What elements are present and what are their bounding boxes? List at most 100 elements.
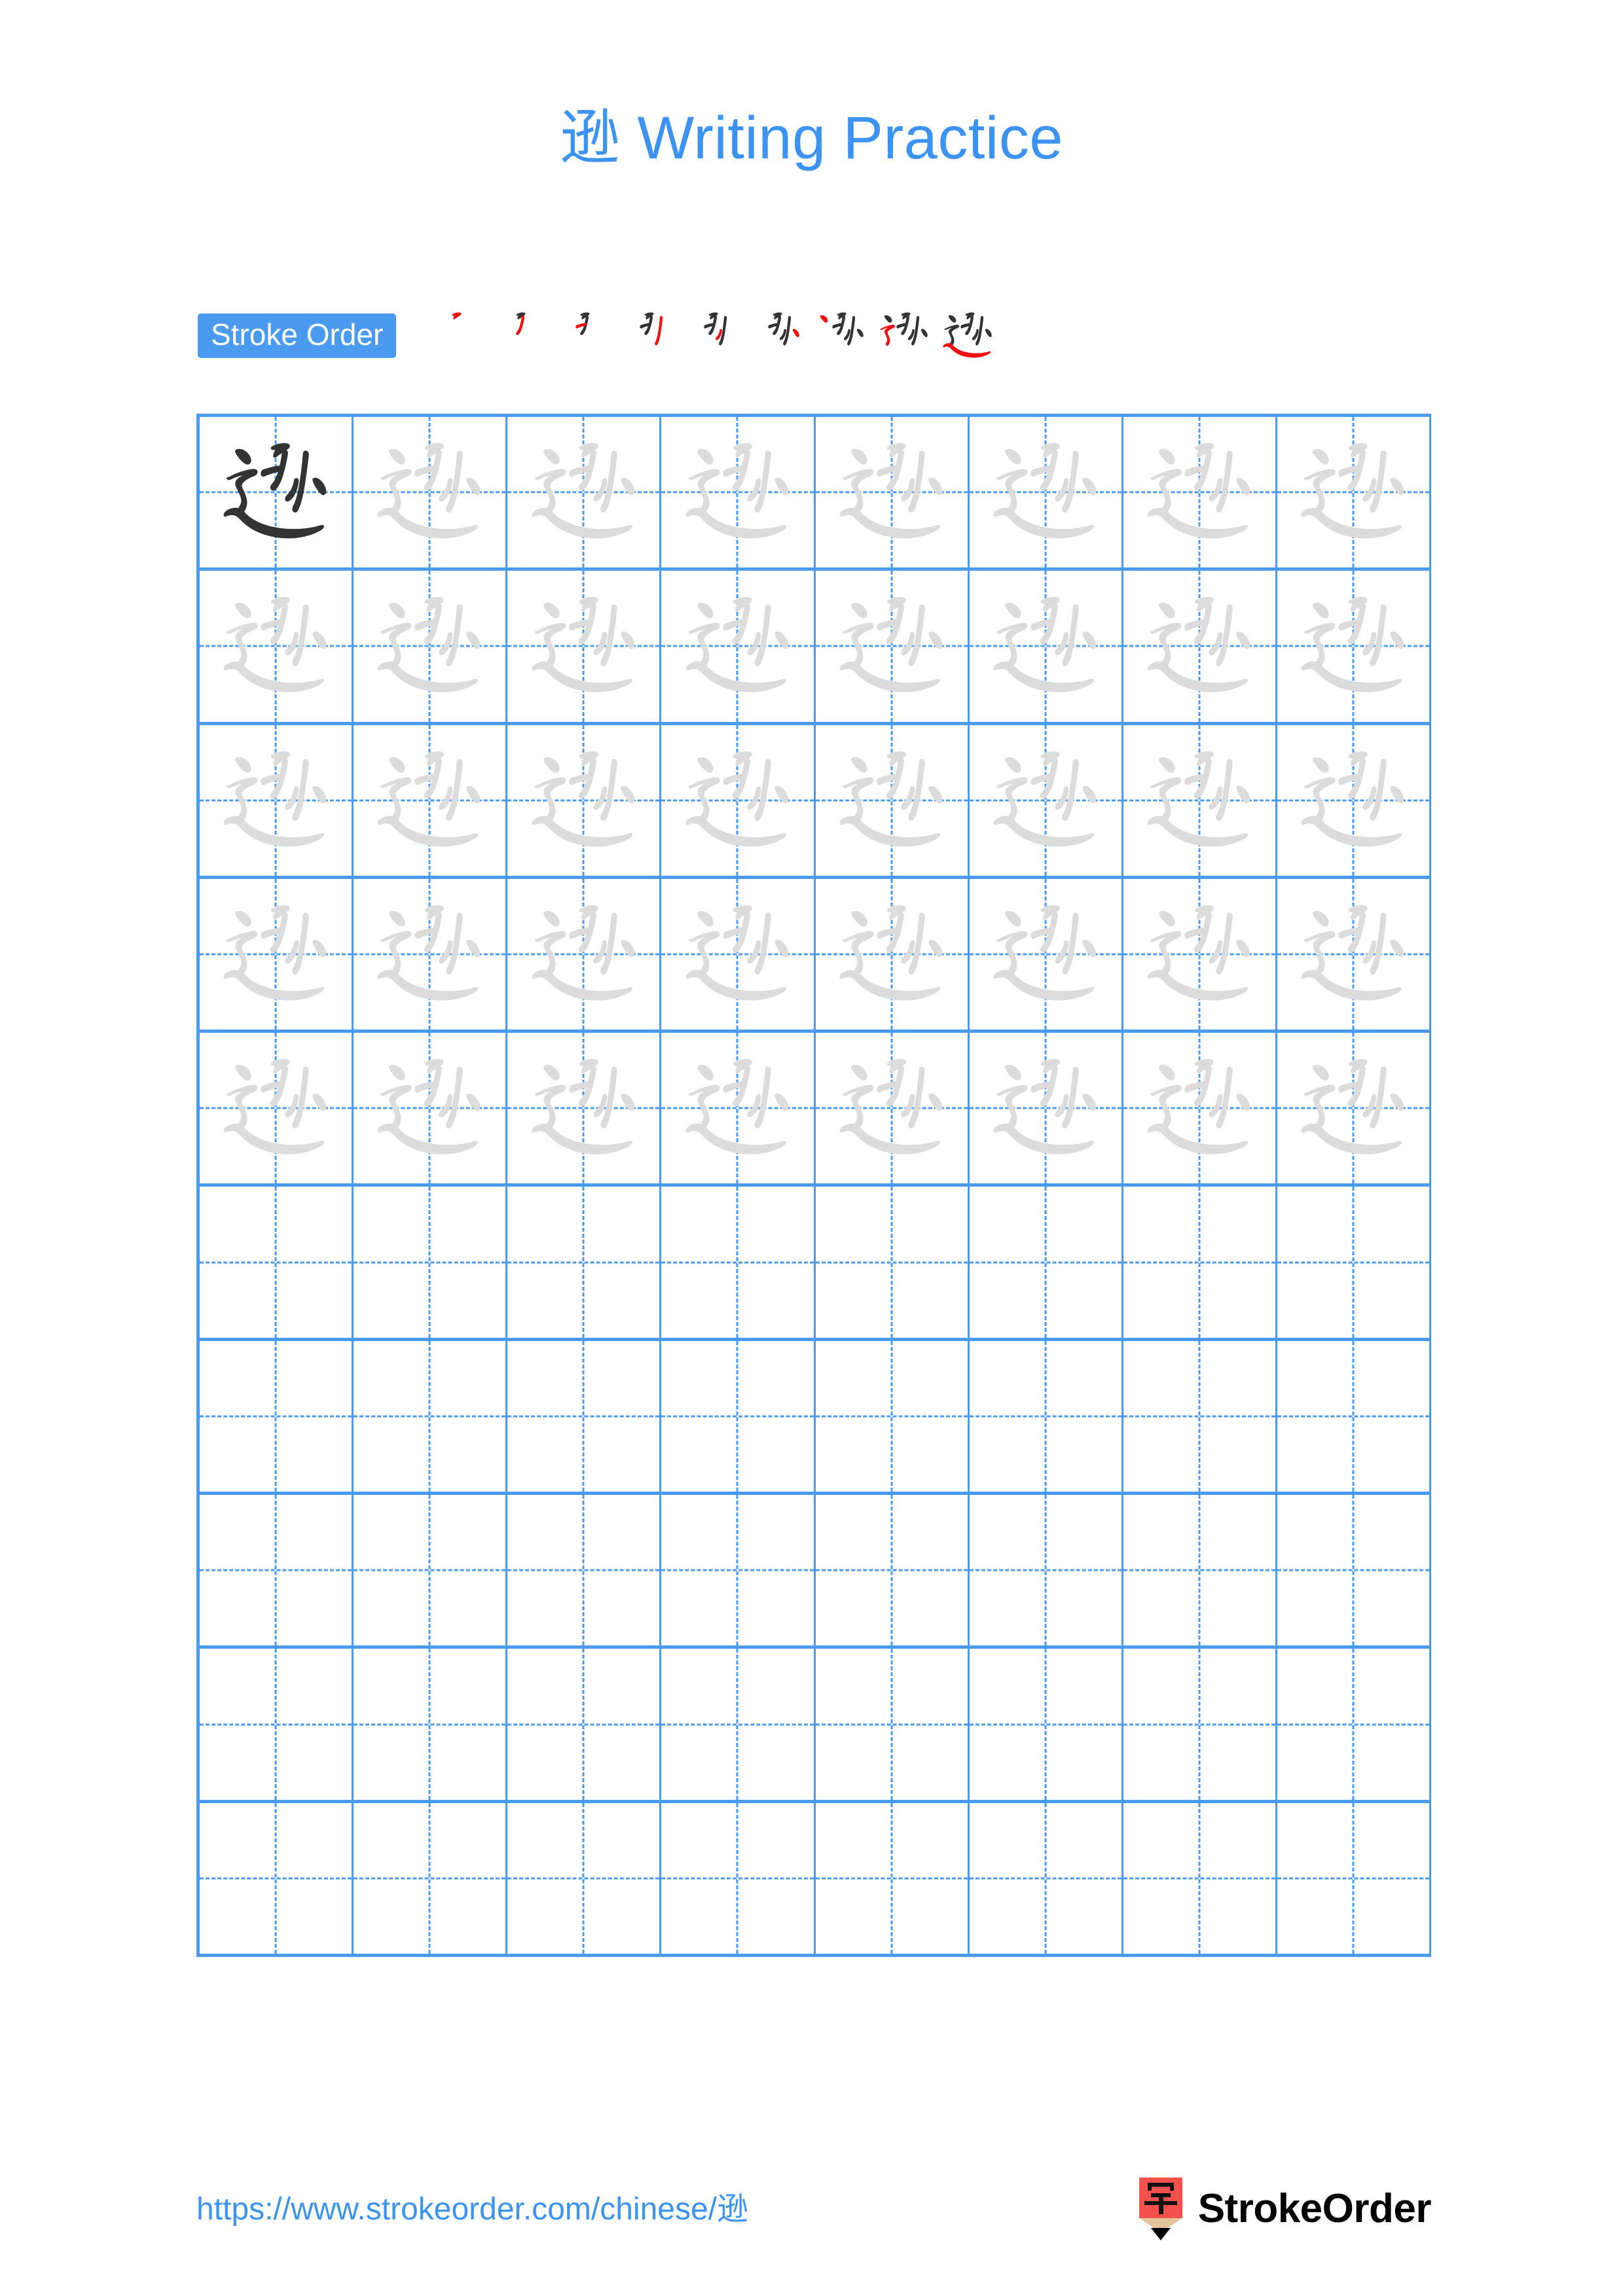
trace-character-glyph	[532, 443, 634, 539]
stroke-9	[532, 662, 632, 693]
stroke-6	[466, 785, 481, 804]
practice-cell-trace[interactable]	[507, 571, 662, 725]
stroke-8	[534, 469, 566, 514]
practice-cell-empty[interactable]	[661, 1803, 816, 1957]
footer-url[interactable]: https://www.strokeorder.com/chinese/逊	[196, 2193, 748, 2225]
practice-cell-trace[interactable]	[1123, 417, 1277, 571]
practice-cell-trace[interactable]	[1277, 571, 1431, 725]
practice-cell-empty[interactable]	[354, 1187, 508, 1341]
practice-cell-empty[interactable]	[815, 1649, 970, 1803]
practice-cell-trace[interactable]	[507, 1033, 662, 1187]
practice-cell-trace[interactable]	[200, 725, 354, 879]
practice-cell-empty[interactable]	[1123, 1649, 1277, 1803]
drawn-stroke-7	[949, 315, 957, 323]
practice-cell-empty[interactable]	[200, 1340, 354, 1496]
practice-cell-trace[interactable]	[1277, 417, 1431, 571]
practice-cell-trace[interactable]	[200, 878, 354, 1033]
practice-cell-trace[interactable]	[200, 1033, 354, 1187]
practice-cell-empty[interactable]	[354, 1495, 508, 1649]
practice-cell-empty[interactable]	[969, 1803, 1123, 1957]
practice-cell-trace[interactable]	[661, 1033, 816, 1187]
practice-cell-empty[interactable]	[200, 1495, 354, 1649]
practice-cell-empty[interactable]	[969, 1340, 1123, 1496]
cell-horizontal-guide	[200, 1723, 352, 1726]
practice-cell-empty[interactable]	[1277, 1649, 1431, 1803]
practice-cell-trace[interactable]	[969, 725, 1123, 879]
practice-cell-empty[interactable]	[815, 1340, 970, 1496]
practice-cell-trace[interactable]	[969, 571, 1123, 725]
practice-cell-empty[interactable]	[1277, 1187, 1431, 1341]
practice-cell-trace[interactable]	[815, 725, 970, 879]
practice-cell-empty[interactable]	[661, 1495, 816, 1649]
practice-cell-trace[interactable]	[1123, 1033, 1277, 1187]
practice-cell-trace[interactable]	[815, 571, 970, 725]
stroke-7	[697, 449, 714, 465]
practice-cell-empty[interactable]	[200, 1649, 354, 1803]
stroke-7	[389, 910, 406, 927]
practice-cell-empty[interactable]	[507, 1495, 662, 1649]
practice-cell-trace[interactable]	[354, 417, 508, 571]
cell-vertical-guide	[736, 1187, 739, 1338]
practice-cell-empty[interactable]	[354, 1803, 508, 1957]
practice-cell-trace[interactable]	[1277, 1033, 1431, 1187]
practice-cell-empty[interactable]	[507, 1340, 662, 1496]
practice-cell-trace[interactable]	[661, 417, 816, 571]
trace-character-glyph	[223, 751, 327, 847]
practice-cell-trace[interactable]	[1123, 878, 1277, 1033]
practice-cell-trace[interactable]	[354, 571, 508, 725]
stroke-9	[223, 507, 325, 539]
practice-cell-empty[interactable]	[200, 1187, 354, 1341]
practice-cell-empty[interactable]	[1277, 1803, 1431, 1957]
practice-cell-empty[interactable]	[354, 1340, 508, 1496]
practice-cell-empty[interactable]	[1123, 1803, 1277, 1957]
practice-cell-trace[interactable]	[1123, 571, 1277, 725]
practice-cell-trace[interactable]	[354, 725, 508, 879]
trace-character-glyph	[532, 597, 634, 693]
trace-character	[661, 879, 813, 1030]
practice-cell-empty[interactable]	[1277, 1495, 1431, 1649]
cell-horizontal-guide	[969, 1723, 1122, 1726]
trace-character-glyph	[377, 443, 481, 539]
practice-cell-empty[interactable]	[507, 1649, 662, 1803]
practice-cell-empty[interactable]	[507, 1187, 662, 1341]
practice-cell-empty[interactable]	[661, 1340, 816, 1496]
trace-character	[816, 417, 968, 567]
practice-cell-empty[interactable]	[1277, 1340, 1431, 1496]
practice-cell-trace[interactable]	[815, 1033, 970, 1187]
new-stroke-8	[880, 325, 896, 346]
practice-cell-trace[interactable]	[815, 417, 970, 571]
practice-cell-empty[interactable]	[200, 1803, 354, 1957]
practice-cell-trace[interactable]	[661, 571, 816, 725]
practice-cell-empty[interactable]	[1123, 1495, 1277, 1649]
practice-cell-empty[interactable]	[969, 1495, 1123, 1649]
practice-cell-trace[interactable]	[969, 878, 1123, 1033]
practice-cell-empty[interactable]	[815, 1187, 970, 1341]
practice-cell-empty[interactable]	[661, 1649, 816, 1803]
practice-cell-empty[interactable]	[815, 1495, 970, 1649]
practice-cell-empty[interactable]	[507, 1803, 662, 1957]
practice-cell-trace[interactable]	[969, 417, 1123, 571]
practice-cell-trace[interactable]	[200, 571, 354, 725]
trace-character-glyph	[1301, 1059, 1404, 1155]
practice-cell-trace[interactable]	[354, 1033, 508, 1187]
practice-cell-empty[interactable]	[661, 1187, 816, 1341]
practice-cell-empty[interactable]	[1123, 1340, 1277, 1496]
practice-cell-empty[interactable]	[969, 1187, 1123, 1341]
practice-cell-trace[interactable]	[1277, 725, 1431, 879]
practice-cell-model[interactable]	[200, 417, 354, 571]
practice-cell-empty[interactable]	[969, 1649, 1123, 1803]
practice-cell-empty[interactable]	[354, 1649, 508, 1803]
practice-cell-trace[interactable]	[507, 878, 662, 1033]
practice-cell-trace[interactable]	[1277, 878, 1431, 1033]
practice-cell-trace[interactable]	[815, 878, 970, 1033]
practice-cell-trace[interactable]	[507, 417, 662, 571]
practice-cell-trace[interactable]	[969, 1033, 1123, 1187]
cell-horizontal-guide	[507, 1569, 660, 1571]
practice-cell-trace[interactable]	[661, 725, 816, 879]
practice-cell-empty[interactable]	[815, 1803, 970, 1957]
practice-cell-trace[interactable]	[354, 878, 508, 1033]
practice-cell-empty[interactable]	[1123, 1187, 1277, 1341]
practice-cell-trace[interactable]	[507, 725, 662, 879]
practice-cell-trace[interactable]	[1123, 725, 1277, 879]
practice-cell-trace[interactable]	[661, 878, 816, 1033]
